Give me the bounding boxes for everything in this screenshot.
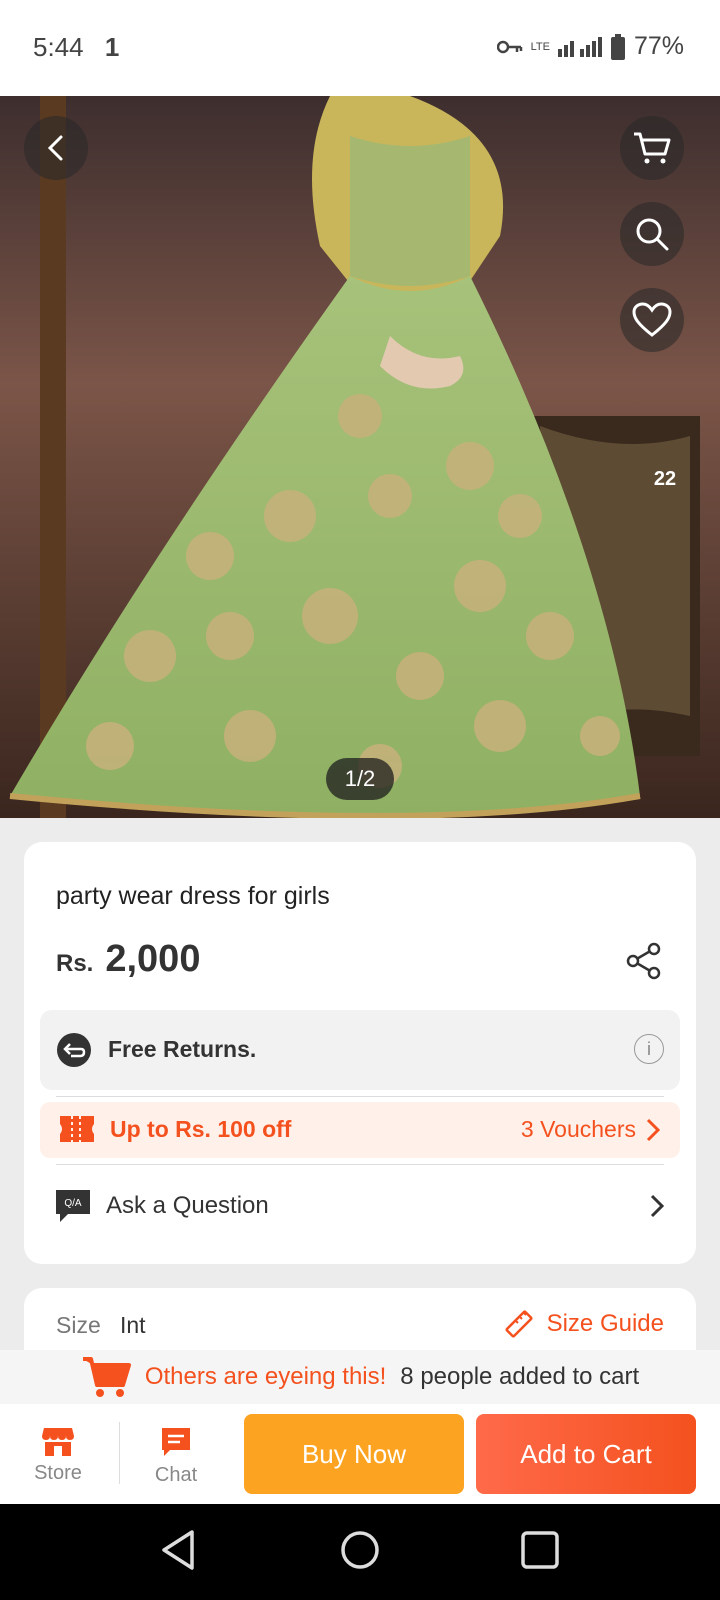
social-proof-banner: Others are eyeing this! 8 people added t… [0,1350,720,1404]
share-icon [626,942,661,980]
wishlist-button[interactable] [620,288,684,352]
size-value: Int [120,1312,146,1338]
status-bar: 5:44 1 LTE 77% [0,0,720,96]
product-title: party wear dress for girls [56,882,330,910]
product-image[interactable]: 22 1/2 [0,96,720,818]
divider [56,1164,664,1165]
nav-recents-icon[interactable] [520,1528,560,1572]
voucher-count-label: 3 Vouchers [520,1116,636,1142]
voucher-icon [60,1116,94,1142]
chevron-right-icon [650,1194,664,1218]
store-tab[interactable]: Store [8,1426,108,1485]
wishlist-count: 22 [653,468,677,490]
cart-icon [82,1357,131,1397]
chevron-left-icon [47,135,63,161]
cart-icon [634,132,671,164]
divider [56,1096,664,1097]
signal-icon [557,36,602,57]
status-icons: LTE 77% [496,32,684,61]
price-currency: Rs. [56,950,94,977]
add-to-cart-button[interactable]: Add to Cart [476,1414,696,1494]
ruler-icon [505,1310,533,1338]
sim-indicator: 1 [104,32,120,62]
voucher-label: Up to Rs. 100 off [110,1116,292,1142]
buy-now-button[interactable]: Buy Now [244,1414,464,1494]
bottom-action-bar: Store Chat Buy Now Add to Cart [0,1404,720,1504]
divider [119,1422,120,1484]
qa-icon: Q/A [56,1190,90,1222]
info-icon[interactable]: i [634,1034,664,1064]
ask-question-label: Ask a Question [106,1192,269,1219]
dress-photo [0,96,720,818]
network-type: LTE [530,40,550,53]
voucher-row[interactable]: Up to Rs. 100 off 3 Vouchers [40,1102,680,1158]
ask-question-row[interactable]: Q/A Ask a Question [56,1182,664,1232]
chevron-right-icon [646,1118,660,1141]
eyeing-detail: 8 people added to cart [400,1363,640,1390]
price: Rs. 2,000 [56,938,200,981]
price-value: 2,000 [105,938,201,980]
search-button[interactable] [620,202,684,266]
nav-home-icon[interactable] [340,1528,380,1572]
svg-text:Q/A: Q/A [64,1198,82,1209]
size-guide-label: Size Guide [546,1310,664,1337]
chat-label: Chat [154,1464,198,1486]
battery-level: 77% [633,32,684,60]
size-guide-link[interactable]: Size Guide [503,1308,664,1340]
cart-button[interactable] [620,116,684,180]
clock: 5:44 [33,32,84,62]
back-button[interactable] [24,116,88,180]
nav-back-icon[interactable] [158,1528,198,1572]
share-button[interactable] [626,942,662,985]
battery-icon [610,33,625,60]
search-icon [636,218,669,251]
system-nav-bar [0,1504,720,1600]
eyeing-highlight: Others are eyeing this! [144,1363,387,1390]
heart-icon [632,302,672,337]
chat-icon [162,1428,190,1456]
store-icon [42,1428,74,1456]
status-time: 5:44 1 [33,32,119,63]
free-returns-label: Free Returns. [108,1036,257,1062]
voucher-count[interactable]: 3 Vouchers [521,1116,660,1143]
image-counter: 1/2 [326,758,394,800]
size-label: Size [56,1312,101,1338]
product-info-card: party wear dress for girls Rs. 2,000 Fre… [24,842,696,1264]
chat-tab[interactable]: Chat [126,1426,226,1487]
return-icon [57,1033,91,1067]
store-label: Store [34,1462,82,1484]
free-returns-row[interactable]: Free Returns. i [40,1010,680,1090]
key-icon [496,40,522,53]
